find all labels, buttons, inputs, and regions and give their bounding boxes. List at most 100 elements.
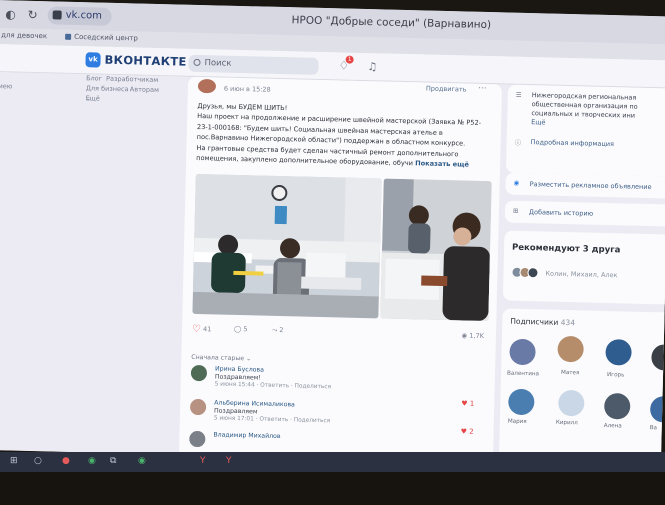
info-lines-icon: ☰ — [515, 90, 522, 99]
subscriber-avatar[interactable] — [605, 339, 632, 366]
story-card: ⊞ Добавить историю — [504, 200, 665, 227]
commenter-avatar[interactable] — [190, 364, 208, 382]
back-icon[interactable]: ◐ — [3, 7, 17, 21]
monitor-bezel — [0, 472, 665, 505]
search-icon — [193, 58, 201, 67]
footer-link-more-label: Ещё — [85, 94, 100, 103]
share-count: 2 — [279, 326, 284, 335]
subscriber-name[interactable]: Мария — [508, 419, 527, 425]
place-ad-button[interactable]: Разместить рекламное объявление — [530, 180, 652, 191]
post-text: Друзья, мы БУДЕМ ШИТЬ! Наш проект на про… — [196, 101, 487, 171]
like-button[interactable]: ♡ 41 — [192, 324, 212, 335]
address-bar[interactable]: vk.com — [47, 6, 112, 26]
org-description-line: социальных и творческих ини — [531, 109, 636, 120]
subscribers-card: Подписчики 434 Валентина Матея Игорь Мар… — [498, 308, 665, 463]
commenter-avatar[interactable] — [189, 430, 206, 448]
subscribers-title-label: Подписчики — [510, 316, 559, 327]
bookmark-item[interactable]: для девочек — [1, 31, 47, 40]
subscriber-name[interactable]: Кирилл — [556, 420, 578, 427]
comment-button[interactable]: ◯ 5 — [234, 325, 248, 333]
comment-text: Поздравляем! — [214, 373, 261, 382]
subscriber-name[interactable]: Валентина — [507, 371, 539, 378]
subscriber-name[interactable]: Игорь — [607, 372, 625, 378]
post-reactions: ♡ 41 ◯ 5 ⤳ 2 ◉ 1,7K — [192, 323, 488, 344]
os-taskbar: ⊞ ○ ● ◉ ⧉ ◉ Y Y — [0, 452, 665, 472]
search-input[interactable]: Поиск — [188, 54, 319, 75]
subscriber-avatar[interactable] — [557, 335, 584, 363]
show-more-link[interactable]: Показать ещё — [415, 159, 469, 168]
comment-author[interactable]: Ирина Буслова — [215, 365, 264, 373]
comment-like-count: 1 — [469, 399, 475, 408]
share-button[interactable]: ⤳ 2 — [272, 326, 284, 335]
commenter-avatar[interactable] — [189, 398, 207, 416]
post-photo-workshop[interactable] — [192, 173, 382, 319]
subscribers-title[interactable]: Подписчики 434 — [510, 317, 575, 328]
add-story-button[interactable]: Добавить историю — [529, 208, 593, 218]
subscriber-name[interactable]: Матея — [561, 370, 579, 376]
subscriber-avatar[interactable] — [558, 389, 585, 417]
subscriber-name[interactable]: Ва — [650, 425, 657, 431]
more-info-link[interactable]: Подробная информация — [531, 138, 614, 148]
share-icon: ⤳ — [271, 325, 278, 334]
heart-icon: ♡ — [191, 323, 202, 336]
subscriber-name[interactable]: Алена — [604, 423, 622, 429]
address-url: vk.com — [65, 9, 103, 22]
chrome-icon[interactable]: ◉ — [88, 456, 96, 466]
ad-card: ◉ Разместить рекламное объявление — [505, 172, 665, 199]
recommend-title: Рекомендуют 3 друга — [511, 242, 621, 256]
search-icon[interactable]: ○ — [34, 456, 42, 466]
comment-like-button[interactable]: ♥ 2 — [461, 427, 474, 435]
post-date[interactable]: 6 июн в 15:28 — [224, 85, 271, 94]
like-count: 41 — [202, 325, 212, 334]
sidebar-text: мею — [0, 82, 13, 91]
add-story-icon: ⊞ — [512, 206, 519, 215]
comment-meta[interactable]: 5 июня 17:01 · Ответить · Поделиться — [214, 415, 330, 424]
comment-author[interactable]: Владимир Михайлов — [213, 431, 280, 440]
reload-icon[interactable]: ↻ — [25, 8, 39, 22]
bookmark-label: Соседский центр — [74, 32, 138, 43]
window-title: НРОО "Добрые соседи" (Варнавино) — [291, 14, 492, 32]
friend-avatar[interactable] — [527, 267, 539, 279]
views-counter: ◉ 1,7K — [461, 331, 484, 340]
yandex-icon[interactable]: Y — [200, 456, 206, 466]
more-options-icon[interactable]: ··· — [478, 84, 487, 94]
subscriber-avatar[interactable] — [651, 344, 665, 371]
subscriber-avatar[interactable] — [509, 338, 536, 366]
subscriber-avatar[interactable] — [603, 392, 631, 420]
seamstress-photo-illustration — [380, 178, 492, 322]
subscriber-avatar[interactable] — [649, 396, 665, 423]
footer-link-blog[interactable]: Блог — [86, 74, 102, 82]
vk-brand-name[interactable]: ВКОНТАКТЕ — [104, 53, 186, 69]
photo-frame: ◐ ↻ vk.com НРОО "Добрые соседи" (Варнави… — [0, 0, 665, 505]
comment-item: Ирина Буслова Поздравляем! 5 июня 15:44 … — [190, 364, 487, 404]
browser-icon[interactable]: ◉ — [138, 456, 146, 466]
community-avatar[interactable] — [197, 78, 217, 94]
comment-like-count: 2 — [469, 427, 474, 436]
workshop-photo-illustration — [192, 173, 382, 319]
promote-button[interactable]: Продвигать — [426, 85, 467, 94]
org-description-more-link[interactable]: Ещё — [531, 118, 545, 126]
monitor-screen: ◐ ↻ vk.com НРОО "Добрые соседи" (Варнави… — [0, 0, 665, 467]
footer-link-business[interactable]: Для бизнеса — [86, 84, 129, 93]
comment-like-button[interactable]: ♥ 1 — [461, 399, 474, 407]
bookmark-item[interactable]: Соседский центр — [65, 32, 138, 43]
post-photo-seamstress[interactable] — [380, 178, 492, 322]
music-icon[interactable]: ♫ — [367, 60, 381, 74]
megaphone-icon: ◉ — [513, 178, 520, 187]
footer-link-more[interactable]: Ещё ⌄ — [86, 94, 100, 102]
footer-link-authors[interactable]: Авторам — [130, 85, 159, 94]
subscriber-avatar[interactable] — [508, 388, 535, 416]
info-circle-icon: ⓘ — [514, 138, 522, 147]
task-view-icon[interactable]: ⧉ — [110, 456, 116, 466]
bookmark-icon — [65, 33, 72, 40]
opera-icon[interactable]: ● — [62, 456, 70, 466]
footer-link-developers[interactable]: Разработчикам — [106, 75, 158, 84]
app-icon[interactable]: Y — [226, 456, 232, 466]
search-placeholder: Поиск — [204, 58, 232, 69]
comment-meta[interactable]: 5 июня 15:44 · Ответить · Поделиться — [215, 381, 331, 390]
community-info-card: ☰ Нижегородская региональная общественна… — [505, 84, 665, 177]
recommend-names[interactable]: Колин, Михаил, Алек — [545, 270, 617, 280]
comments-sort-dropdown[interactable]: Сначала старые ⌄ — [191, 354, 251, 362]
vk-logo-icon[interactable]: vk — [85, 52, 101, 68]
windows-icon[interactable]: ⊞ — [10, 456, 18, 466]
